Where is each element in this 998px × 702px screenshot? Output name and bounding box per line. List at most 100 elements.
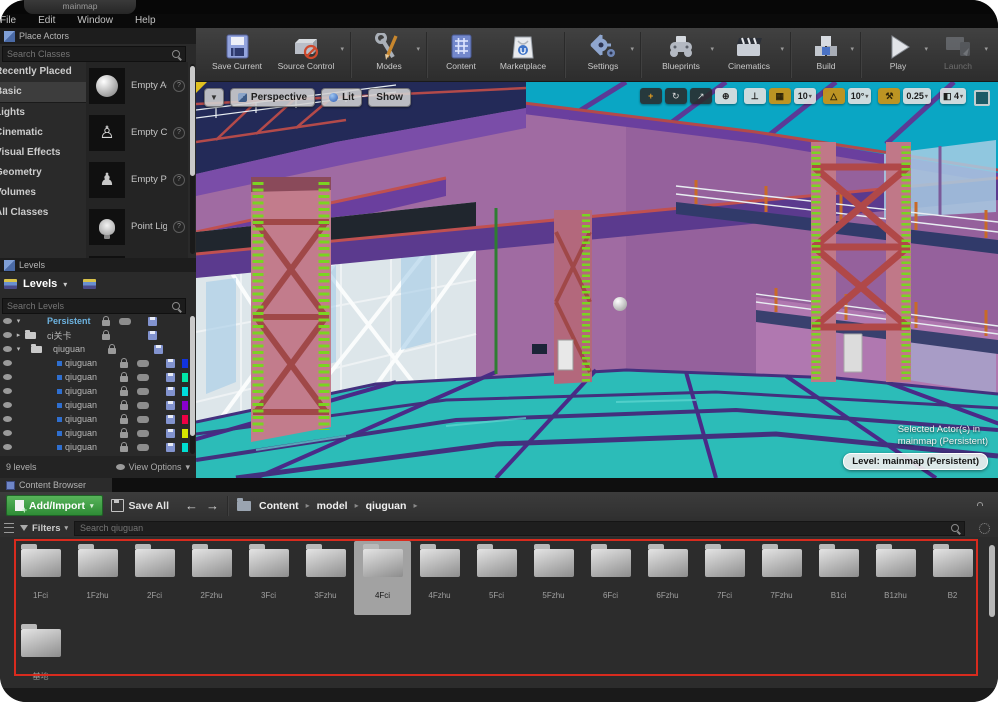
level-color-swatch[interactable] bbox=[182, 401, 188, 410]
help-question-icon[interactable]: ? bbox=[173, 80, 185, 92]
category-item[interactable]: Cinematic bbox=[0, 123, 86, 143]
visibility-eye-icon[interactable] bbox=[3, 332, 12, 338]
gamepad-icon[interactable] bbox=[119, 318, 131, 325]
lock-icon[interactable] bbox=[120, 432, 128, 438]
search-levels-input[interactable] bbox=[3, 301, 172, 311]
menu-item[interactable]: Window bbox=[77, 14, 113, 28]
search-assets-input[interactable] bbox=[75, 523, 951, 533]
view-settings-icon[interactable] bbox=[979, 523, 990, 534]
scale-snap-icon[interactable]: ⚒ bbox=[878, 88, 900, 104]
menu-item[interactable]: Help bbox=[135, 14, 156, 28]
current-level-badge[interactable]: Level: mainmap (Persistent) bbox=[843, 453, 988, 470]
category-item[interactable]: All Classes bbox=[0, 203, 86, 223]
gamepad-icon[interactable] bbox=[137, 416, 149, 423]
cinematics-button[interactable]: ▾ Cinematics bbox=[714, 31, 784, 79]
help-question-icon[interactable]: ? bbox=[173, 174, 185, 186]
maximize-viewport-icon[interactable] bbox=[974, 90, 990, 106]
rotation-snap-icon[interactable]: △ bbox=[823, 88, 845, 104]
asset-folder[interactable]: 5Fci bbox=[468, 541, 525, 615]
visibility-eye-icon[interactable] bbox=[3, 444, 12, 450]
marketplace-button[interactable]: Marketplace bbox=[488, 31, 558, 79]
perspective-button[interactable]: Perspective bbox=[230, 88, 315, 107]
play-button[interactable]: ▾ Play bbox=[868, 31, 928, 79]
visibility-eye-icon[interactable] bbox=[3, 318, 12, 324]
level-row[interactable]: ▾ qiuguan bbox=[0, 342, 188, 356]
level-color-swatch[interactable] bbox=[182, 415, 188, 424]
place-actor-item[interactable]: Empty Pa ? bbox=[86, 156, 188, 203]
level-color-swatch[interactable] bbox=[182, 373, 188, 382]
category-item[interactable]: Basic bbox=[0, 82, 86, 103]
add-import-button[interactable]: Add/Import ▾ bbox=[6, 495, 103, 516]
rotation-snap-value[interactable]: 10°▾ bbox=[848, 88, 872, 104]
asset-grid-scrollbar[interactable] bbox=[989, 545, 995, 617]
lock-icon[interactable] bbox=[120, 390, 128, 396]
expand-arrow-icon[interactable]: ▾ bbox=[15, 317, 22, 325]
level-row[interactable]: qiuguan bbox=[0, 356, 188, 370]
asset-folder[interactable]: 1Fci bbox=[12, 541, 69, 615]
save-current-button[interactable]: Save Current bbox=[206, 31, 268, 79]
save-level-icon[interactable] bbox=[148, 317, 157, 326]
viewport-options-button[interactable]: ▼ bbox=[204, 88, 224, 107]
breadcrumb-item[interactable]: Content bbox=[259, 500, 299, 512]
help-question-icon[interactable]: ? bbox=[173, 221, 185, 233]
asset-folder[interactable]: 6Fci bbox=[582, 541, 639, 615]
scale-tool-icon[interactable]: ↗ bbox=[690, 88, 712, 104]
gamepad-icon[interactable] bbox=[137, 360, 149, 367]
asset-folder[interactable]: 1Fzhu bbox=[69, 541, 126, 615]
visibility-eye-icon[interactable] bbox=[3, 346, 12, 352]
level-color-swatch[interactable] bbox=[182, 429, 188, 438]
settings-button[interactable]: ▾ Settings bbox=[572, 31, 634, 79]
category-item[interactable]: Lights bbox=[0, 103, 86, 123]
breadcrumb-item[interactable]: model bbox=[317, 500, 348, 512]
lock-icon[interactable] bbox=[120, 362, 128, 368]
move-tool-icon[interactable]: + bbox=[640, 88, 662, 104]
search-classes-input[interactable] bbox=[3, 49, 172, 59]
asset-folder[interactable]: 2Fci bbox=[126, 541, 183, 615]
save-level-icon[interactable] bbox=[148, 331, 157, 340]
grid-snap-icon[interactable]: ▦ bbox=[769, 88, 791, 104]
grid-snap-value[interactable]: 10▾ bbox=[794, 88, 816, 104]
menu-item[interactable]: Edit bbox=[38, 14, 55, 28]
visibility-eye-icon[interactable] bbox=[3, 416, 12, 422]
level-row[interactable]: qiuguan bbox=[0, 370, 188, 384]
asset-folder[interactable]: 3Fzhu bbox=[297, 541, 354, 615]
save-level-icon[interactable] bbox=[166, 429, 175, 438]
window-tab[interactable]: mainmap bbox=[24, 0, 136, 14]
place-actor-item[interactable]: Point Ligh ? bbox=[86, 203, 188, 250]
asset-folder[interactable]: 5Fzhu bbox=[525, 541, 582, 615]
level-row[interactable]: qiuguan bbox=[0, 440, 188, 454]
asset-folder[interactable]: 基地 bbox=[12, 621, 69, 688]
lock-icon[interactable] bbox=[120, 446, 128, 452]
gamepad-icon[interactable] bbox=[137, 444, 149, 451]
asset-folder[interactable]: B2 bbox=[924, 541, 981, 615]
asset-folder[interactable]: 7Fci bbox=[696, 541, 753, 615]
levels-tab[interactable]: Levels bbox=[0, 258, 196, 272]
surface-snap-icon[interactable]: ⊥ bbox=[744, 88, 766, 104]
world-coordinate-icon[interactable]: ⊕ bbox=[715, 88, 737, 104]
viewport-3d[interactable]: ▼ Perspective Lit Show + ↻ ↗ ⊕ ⊥ ▦ 10▾ △… bbox=[196, 82, 998, 478]
level-row[interactable]: qiuguan bbox=[0, 412, 188, 426]
place-actor-item[interactable]: Empty Ac ? bbox=[86, 62, 188, 109]
save-level-icon[interactable] bbox=[154, 345, 163, 354]
gamepad-icon[interactable] bbox=[137, 430, 149, 437]
category-item[interactable]: Visual Effects bbox=[0, 143, 86, 163]
level-row[interactable]: qiuguan bbox=[0, 398, 188, 412]
asset-folder[interactable]: 6Fzhu bbox=[639, 541, 696, 615]
scale-snap-value[interactable]: 0.25▾ bbox=[903, 88, 931, 104]
visibility-eye-icon[interactable] bbox=[3, 430, 12, 436]
level-color-swatch[interactable] bbox=[182, 443, 188, 452]
modes-button[interactable]: ▾ Modes bbox=[358, 31, 420, 79]
gamepad-icon[interactable] bbox=[137, 402, 149, 409]
save-all-button[interactable]: Save All bbox=[111, 499, 169, 512]
place-actor-item[interactable]: Empty Ch ? bbox=[86, 109, 188, 156]
save-level-icon[interactable] bbox=[166, 401, 175, 410]
lock-icon[interactable] bbox=[102, 320, 110, 326]
content-button[interactable]: Content bbox=[434, 31, 488, 79]
lock-icon[interactable] bbox=[120, 376, 128, 382]
save-level-icon[interactable] bbox=[166, 373, 175, 382]
expand-arrow-icon[interactable]: ▾ bbox=[15, 345, 22, 353]
source-control-button[interactable]: ▾ Source Control bbox=[268, 31, 344, 79]
place-actors-tab[interactable]: Place Actors bbox=[0, 28, 196, 44]
back-arrow-button[interactable]: ← bbox=[185, 498, 198, 513]
menu-item[interactable]: File bbox=[0, 14, 16, 28]
